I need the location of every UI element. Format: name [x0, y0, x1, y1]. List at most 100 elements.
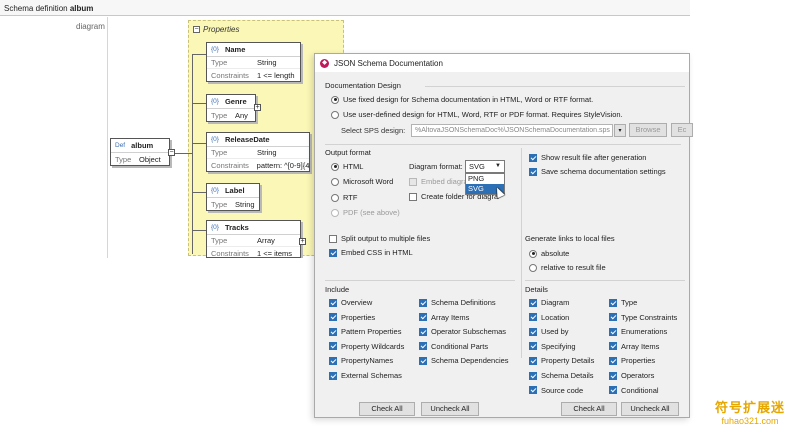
radio-icon[interactable] — [331, 162, 339, 171]
checkbox-icon[interactable] — [419, 327, 427, 336]
expand-icon[interactable]: + — [254, 104, 261, 111]
checkbox-icon[interactable] — [409, 177, 417, 186]
checkbox-icon[interactable] — [529, 356, 537, 365]
checkbox-icon[interactable] — [609, 298, 617, 307]
checkbox-icon[interactable] — [609, 371, 617, 380]
checkbox-icon[interactable] — [529, 167, 537, 176]
checkbox-icon[interactable] — [419, 356, 427, 365]
checkbox-icon[interactable] — [529, 386, 537, 395]
diagram-format-select[interactable]: SVG ▼ — [465, 160, 505, 173]
checkbox-icon[interactable] — [329, 327, 337, 336]
show-result-checkbox[interactable]: Show result file after generation — [529, 153, 646, 162]
checkbox-row[interactable]: Specifying — [529, 342, 605, 351]
checkbox-row[interactable]: Used by — [529, 327, 605, 336]
relative-radio[interactable]: relative to result file — [529, 263, 606, 272]
checkbox-row[interactable]: Properties — [329, 313, 415, 322]
include-check-all-button[interactable]: Check All — [359, 402, 415, 416]
checkbox-row[interactable]: Schema Dependencies — [419, 356, 515, 365]
html-radio[interactable]: HTML — [331, 162, 363, 171]
checkbox-icon[interactable] — [609, 342, 617, 351]
radio-icon[interactable] — [331, 110, 339, 119]
rtf-radio[interactable]: RTF — [331, 193, 357, 202]
schema-node-releasedate[interactable]: {0} ReleaseDate Type String Constraints pat… — [206, 132, 310, 172]
absolute-radio[interactable]: absolute — [529, 249, 569, 258]
dropdown-option-png[interactable]: PNG — [466, 174, 504, 184]
schema-node-root[interactable]: Def album Type Object — [110, 138, 170, 166]
sps-design-input[interactable]: %AltovaJSONSchemaDoc%\JSONSchemaDocument… — [411, 124, 613, 137]
schema-node-name[interactable]: {0} Name Type String Constraints 1 <= lengt… — [206, 42, 301, 82]
checkbox-row[interactable]: Array Items — [419, 313, 515, 322]
checkbox-icon[interactable] — [609, 386, 617, 395]
radio-icon[interactable] — [529, 249, 537, 258]
checkbox-icon[interactable] — [529, 298, 537, 307]
checkbox-row[interactable]: Overview — [329, 298, 415, 307]
checkbox-row[interactable]: Property Wildcards — [329, 342, 415, 351]
details-check-all-button[interactable]: Check All — [561, 402, 617, 416]
checkbox-row[interactable]: Conditional Parts — [419, 342, 515, 351]
checkbox-row[interactable]: Location — [529, 313, 605, 322]
save-settings-checkbox[interactable]: Save schema documentation settings — [529, 167, 666, 176]
schema-node-genre[interactable]: {0} Genre Type Any — [206, 94, 256, 122]
checkbox-row[interactable]: Type Constraints — [609, 313, 687, 322]
expand-icon[interactable]: + — [299, 238, 306, 245]
radio-icon[interactable] — [331, 208, 339, 217]
checkbox-icon[interactable] — [329, 234, 337, 243]
checkbox-row[interactable]: Operator Subschemas — [419, 327, 515, 336]
checkbox-icon[interactable] — [329, 342, 337, 351]
checkbox-icon[interactable] — [329, 313, 337, 322]
checkbox-icon[interactable] — [529, 313, 537, 322]
checkbox-row[interactable]: Schema Definitions — [419, 298, 515, 307]
details-uncheck-all-button[interactable]: Uncheck All — [621, 402, 679, 416]
checkbox-row[interactable]: Enumerations — [609, 327, 687, 336]
checkbox-row[interactable]: Operators — [609, 371, 687, 380]
schema-node-tracks[interactable]: {0} Tracks Type Array Constraints 1 <= item… — [206, 220, 301, 258]
checkbox-icon[interactable] — [529, 327, 537, 336]
checkbox-icon[interactable] — [609, 356, 617, 365]
schema-node-label[interactable]: {0} Label Type String — [206, 183, 260, 211]
checkbox-icon[interactable] — [329, 248, 337, 257]
dialog-titlebar[interactable]: ◆ JSON Schema Documentation — [315, 54, 689, 72]
checkbox-icon[interactable] — [419, 298, 427, 307]
split-output-checkbox[interactable]: Split output to multiple files — [329, 234, 430, 243]
fixed-design-radio[interactable]: Use fixed design for Schema documentatio… — [331, 95, 593, 104]
radio-icon[interactable] — [331, 193, 339, 202]
checkbox-row[interactable]: Source code — [529, 386, 605, 395]
include-uncheck-all-button[interactable]: Uncheck All — [421, 402, 479, 416]
checkbox-icon[interactable] — [329, 298, 337, 307]
checkbox-row[interactable]: Schema Details — [529, 371, 605, 380]
word-radio[interactable]: Microsoft Word — [331, 177, 393, 186]
node-type-key: Type — [211, 236, 228, 245]
properties-title[interactable]: − Properties — [193, 25, 239, 34]
browse-button[interactable]: Browse — [629, 123, 667, 137]
sps-dropdown-button[interactable]: ▾ — [614, 124, 626, 137]
checkbox-icon[interactable] — [529, 153, 537, 162]
user-design-radio[interactable]: Use user-defined design for HTML, Word, … — [331, 110, 623, 119]
radio-icon[interactable] — [331, 95, 339, 104]
embed-css-checkbox[interactable]: Embed CSS in HTML — [329, 248, 413, 257]
checkbox-icon[interactable] — [329, 356, 337, 365]
checkbox-icon[interactable] — [529, 371, 537, 380]
checkbox-row[interactable]: Conditional — [609, 386, 687, 395]
checkbox-row[interactable]: Pattern Properties — [329, 327, 415, 336]
checkbox-row[interactable]: PropertyNames — [329, 356, 415, 365]
checkbox-icon[interactable] — [609, 313, 617, 322]
checkbox-icon[interactable] — [329, 371, 337, 380]
checkbox-row[interactable]: Property Details — [529, 356, 605, 365]
radio-icon[interactable] — [529, 263, 537, 272]
checkbox-icon[interactable] — [529, 342, 537, 351]
checkbox-icon[interactable] — [609, 327, 617, 336]
radio-icon[interactable] — [331, 177, 339, 186]
checkbox-row[interactable]: Diagram — [529, 298, 605, 307]
checkbox-icon[interactable] — [409, 192, 417, 201]
edit-button[interactable]: Ec — [671, 123, 693, 137]
checkbox-row[interactable]: Type — [609, 298, 687, 307]
embed-css-label: Embed CSS in HTML — [341, 248, 413, 257]
collapse-icon[interactable]: − — [193, 26, 200, 33]
checkbox-row[interactable]: Properties — [609, 356, 687, 365]
expand-icon[interactable]: − — [168, 149, 175, 156]
checkbox-icon[interactable] — [419, 342, 427, 351]
checkbox-row[interactable]: External Schemas — [329, 371, 415, 380]
checkbox-row[interactable]: Array Items — [609, 342, 687, 351]
checkbox-icon[interactable] — [419, 313, 427, 322]
pdf-radio[interactable]: PDF (see above) — [331, 208, 400, 217]
